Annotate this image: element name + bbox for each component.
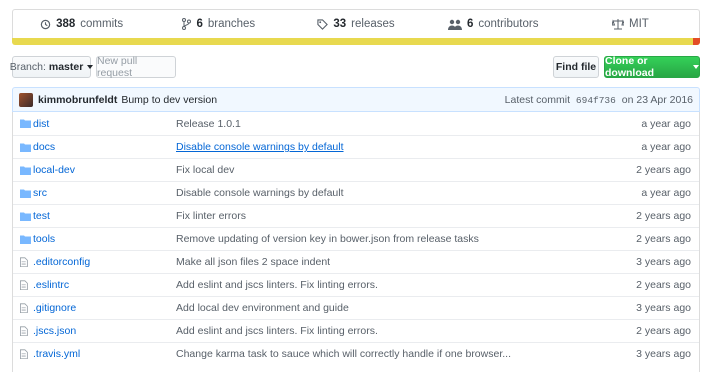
releases-link[interactable]: 33 releases	[287, 18, 424, 30]
file-commit-message[interactable]: Fix local dev	[176, 164, 234, 176]
folder-icon	[20, 143, 31, 152]
file-name-link[interactable]: docs	[33, 141, 55, 153]
file-name-link[interactable]: local-dev	[33, 164, 75, 176]
file-age: a year ago	[641, 187, 691, 199]
branches-link[interactable]: 6 branches	[150, 18, 287, 30]
file-icon	[20, 257, 28, 267]
file-name-link[interactable]: tools	[33, 233, 55, 245]
find-file-button[interactable]: Find file	[553, 56, 599, 78]
file-age: 3 years ago	[636, 302, 691, 314]
commit-date: on 23 Apr 2016	[621, 93, 693, 106]
tag-icon	[317, 18, 329, 30]
file-name-link[interactable]: .gitignore	[33, 302, 76, 314]
contributors-label: contributors	[478, 18, 539, 30]
file-commit-message[interactable]: Add local dev environment and guide	[176, 302, 349, 314]
repo-summary: 388 commits 6 branches 33 releases 6 con…	[12, 9, 700, 38]
file-list: dist Release 1.0.1 a year ago docs Disable c…	[12, 112, 700, 372]
file-icon	[20, 349, 28, 359]
file-name-link[interactable]: src	[33, 187, 47, 199]
file-row: test Fix linter errors 2 years ago	[13, 204, 699, 227]
latest-commit-prefix: Latest commit	[504, 93, 570, 106]
file-icon	[20, 280, 28, 290]
file-row: local-dev Fix local dev 2 years ago	[13, 158, 699, 181]
folder-icon	[20, 189, 31, 198]
new-pull-request-button[interactable]: New pull request	[96, 55, 176, 79]
branch-icon	[182, 18, 192, 30]
file-commit-message[interactable]: Release 1.0.1	[176, 118, 241, 130]
file-row: .eslintrc Add eslint and jscs linters. Fi…	[13, 273, 699, 296]
file-commit-message[interactable]: Change karma task to sauce which will co…	[176, 348, 511, 360]
folder-icon	[20, 235, 31, 244]
license-label: MIT	[629, 18, 649, 30]
commit-message[interactable]: Bump to dev version	[121, 94, 217, 106]
license-link[interactable]: MIT	[562, 18, 699, 30]
commit-sha[interactable]: 694f736	[576, 95, 616, 106]
file-commit-message[interactable]: Disable console warnings by default	[176, 141, 344, 153]
file-row: docs Disable console warnings by default a…	[13, 135, 699, 158]
law-icon	[612, 18, 624, 29]
caret-down-icon	[87, 65, 94, 69]
folder-icon	[20, 166, 31, 175]
commits-count: 388	[56, 18, 76, 30]
file-commit-message[interactable]: Remove updating of version key in bower.…	[176, 233, 479, 245]
file-age: 2 years ago	[636, 210, 691, 222]
contributors-count: 6	[466, 18, 474, 30]
file-age: 2 years ago	[636, 279, 691, 291]
avatar[interactable]	[19, 92, 33, 107]
branch-prefix: Branch:	[9, 61, 46, 73]
file-age: 3 years ago	[636, 348, 691, 360]
branch-select-button[interactable]: Branch: master	[9, 56, 94, 78]
caret-down-icon	[693, 65, 699, 69]
latest-commit-bar: kimmobrunfeldt Bump to dev version Lates…	[12, 87, 700, 112]
file-row: .jscs.json Add eslint and jscs linters. F…	[13, 319, 699, 342]
people-icon	[447, 19, 462, 30]
clone-download-button[interactable]: Clone or download	[604, 55, 700, 79]
file-commit-message[interactable]: Add eslint and jscs linters. Fix linting…	[176, 279, 378, 291]
file-commit-message[interactable]: Fix linter errors	[176, 210, 246, 222]
file-commit-message[interactable]: Add eslint and jscs linters. Fix linting…	[176, 325, 378, 337]
file-name-link[interactable]: .jscs.json	[33, 325, 76, 337]
file-row: tools Remove updating of version key in b…	[13, 227, 699, 250]
file-row: .travis.yml Change karma task to sauce wh…	[13, 342, 699, 365]
file-age: a year ago	[641, 117, 691, 130]
folder-icon	[20, 212, 31, 221]
file-name-link[interactable]: .travis.yml	[33, 348, 80, 360]
file-row: src Disable console warnings by default a …	[13, 181, 699, 204]
file-age: 2 years ago	[636, 164, 691, 176]
file-name-link[interactable]: .eslintrc	[33, 279, 69, 291]
releases-count: 33	[333, 18, 347, 30]
file-name-link[interactable]: .editorconfig	[33, 256, 90, 268]
file-age: 2 years ago	[636, 325, 691, 337]
file-name-link[interactable]: test	[33, 210, 50, 222]
contributors-link[interactable]: 6 contributors	[425, 18, 562, 30]
latest-commit-info: Latest commit 694f736 on 23 Apr 2016	[505, 94, 693, 106]
file-age: 2 years ago	[636, 233, 691, 245]
file-name-link[interactable]: dist	[33, 118, 49, 130]
language-segment-secondary[interactable]	[693, 38, 700, 45]
file-commit-message[interactable]: Make all json files 2 space indent	[176, 256, 330, 268]
clone-download-label: Clone or download	[605, 55, 654, 79]
branches-label: branches	[207, 18, 256, 30]
folder-icon	[20, 119, 31, 128]
file-row: .gitignore Add local dev environment and …	[13, 296, 699, 319]
commit-author[interactable]: kimmobrunfeldt	[38, 94, 117, 106]
commits-link[interactable]: 388 commits	[13, 18, 150, 30]
branch-name: master	[48, 61, 84, 73]
file-row: .editorconfig Make all json files 2 space…	[13, 250, 699, 273]
file-commit-message[interactable]: Disable console warnings by default	[176, 187, 344, 199]
releases-label: releases	[351, 18, 395, 30]
file-icon	[20, 326, 28, 336]
commits-label: commits	[80, 18, 124, 30]
file-age: a year ago	[641, 141, 691, 153]
language-bar[interactable]	[12, 38, 700, 45]
file-icon	[20, 303, 28, 313]
file-row: dist Release 1.0.1 a year ago	[13, 112, 699, 135]
file-age: 3 years ago	[636, 256, 691, 268]
branches-count: 6	[196, 18, 203, 30]
history-icon	[40, 19, 51, 29]
